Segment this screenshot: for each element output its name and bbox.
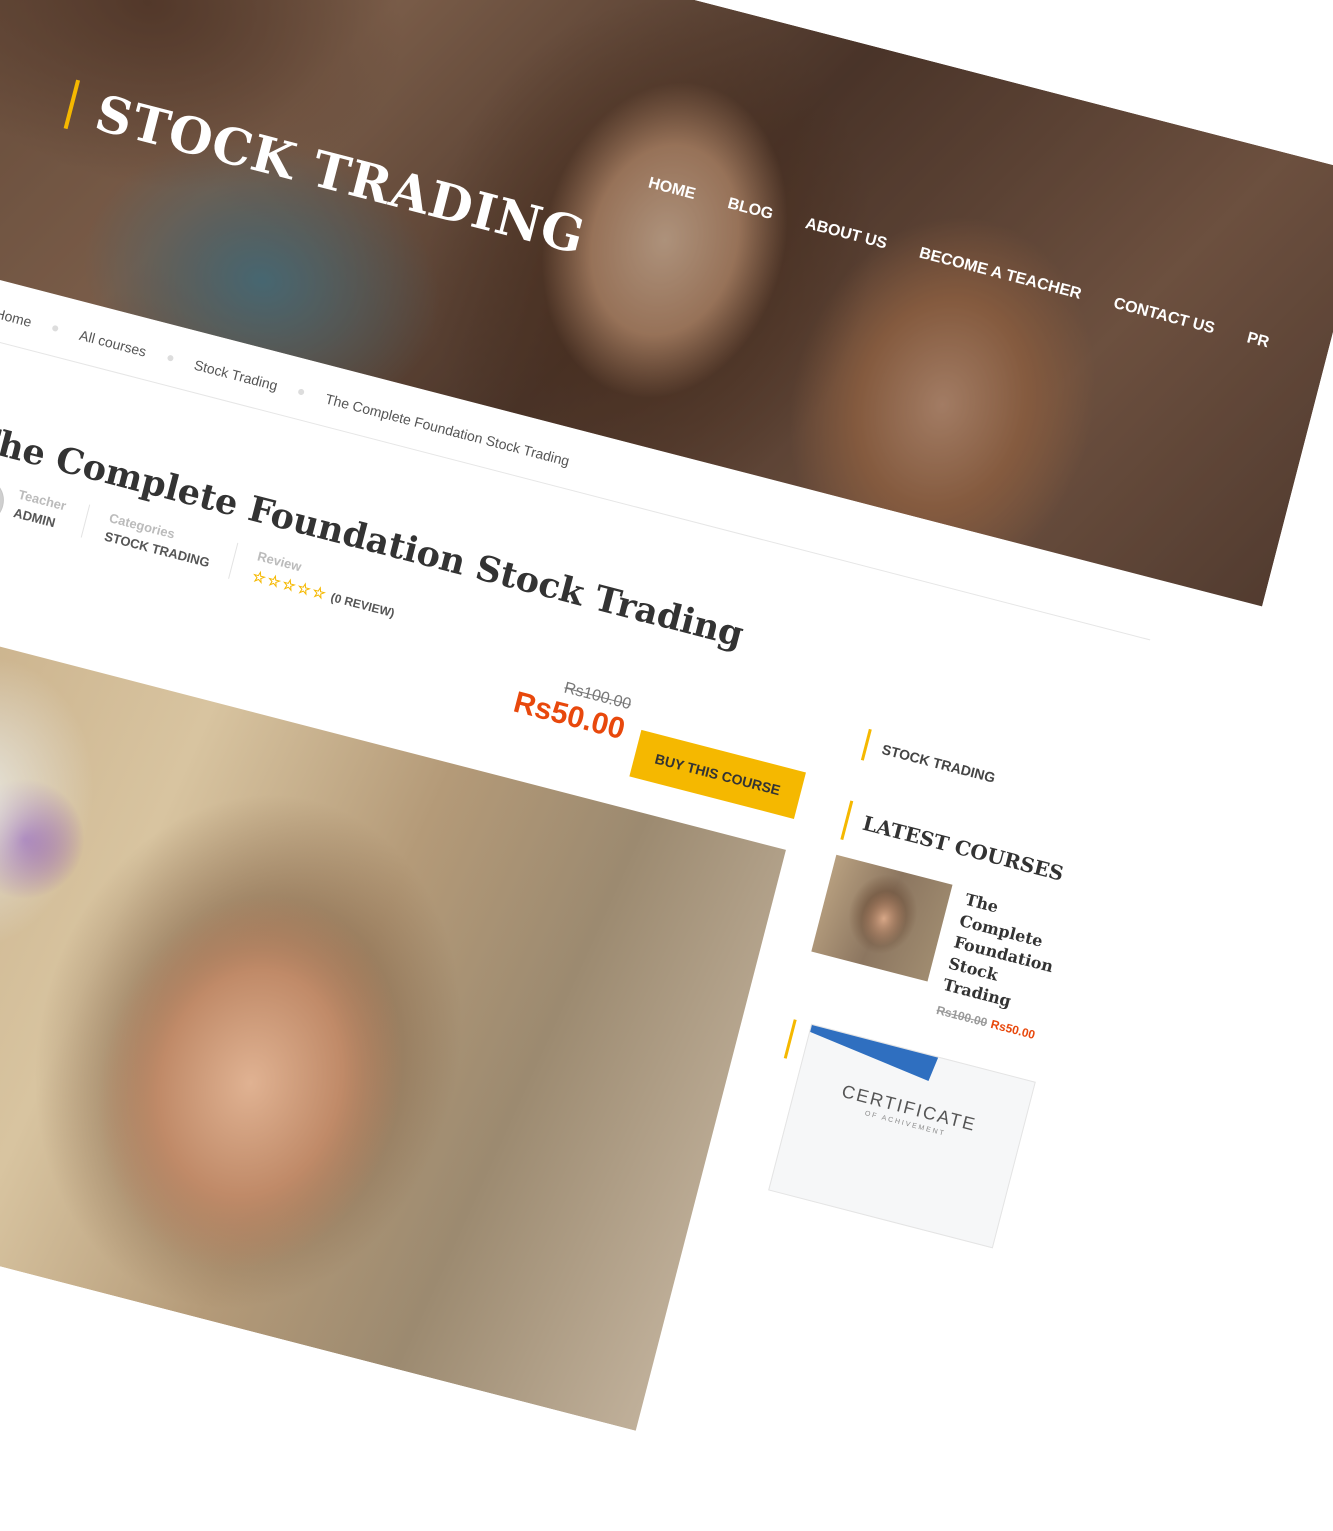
latest-old-price: Rs100.00 (934, 1002, 989, 1030)
certificate-title: CERTIFICATE (839, 1081, 979, 1136)
avatar (0, 472, 9, 529)
breadcrumb-separator (166, 354, 174, 362)
certificate-image: CERTIFICATE OF ACHIVEMENT (768, 1023, 1036, 1249)
breadcrumb-category[interactable]: Stock Trading (192, 357, 279, 394)
breadcrumb-separator (297, 388, 306, 396)
latest-course-item[interactable]: The Complete Foundation Stock Trading Rs… (803, 854, 1068, 1043)
latest-current-price: Rs50.00 (989, 1017, 1037, 1042)
latest-course-title[interactable]: The Complete Foundation Stock Trading (940, 889, 1068, 1022)
breadcrumb-separator (51, 324, 60, 333)
buy-course-button[interactable]: BUY THIS COURSE (629, 729, 806, 819)
breadcrumb-all-courses[interactable]: All courses (78, 327, 148, 360)
latest-course-thumbnail[interactable] (811, 854, 953, 982)
breadcrumb-home[interactable]: Home (0, 305, 33, 330)
price-box: Rs100.00 Rs50.00 (510, 668, 633, 747)
certificate-section: CERTIFICATE OF ACHIVEMENT (751, 1019, 1036, 1249)
course-page: STOCK TRADING HOME BLOG ABOUT US BECOME … (0, 0, 1333, 1531)
sidebar: STOCK TRADING LATEST COURSES The Complet… (751, 727, 1102, 1249)
sidebar-category-link[interactable]: STOCK TRADING (860, 727, 1101, 822)
